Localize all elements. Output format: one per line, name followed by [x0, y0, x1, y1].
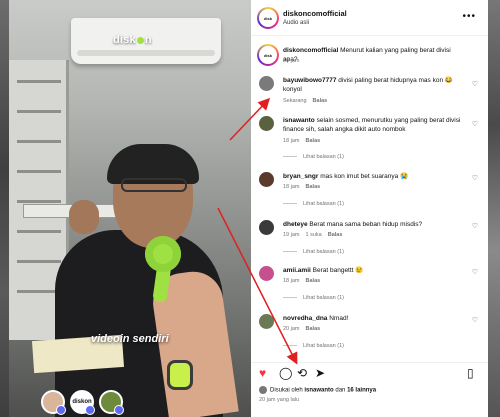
comment-meta: 18 jam Balas — [283, 138, 326, 144]
comment-time[interactable]: 19 jam — [283, 232, 300, 238]
liker-avatar[interactable] — [259, 386, 267, 394]
comment-text: novredha_dna Nmad! — [283, 314, 465, 323]
reel-video[interactable]: disk n videoin sendiri diskon — [9, 0, 251, 417]
action-bar: ♥ ◯ ⟲ ➤ ▯ — [251, 362, 488, 384]
comment-list: disk diskoncomofficial Menurut kalian ya… — [251, 38, 488, 358]
post-timestamp[interactable]: 20 jam yang lalu — [259, 397, 299, 403]
comment-text: amii.amii Berat bangettt 😢 — [283, 266, 465, 275]
commenter-avatar[interactable] — [259, 116, 274, 131]
reply-button[interactable]: Balas — [313, 98, 328, 104]
comment-like-heart-icon[interactable]: ♡ — [472, 80, 478, 88]
likes-mid: dan — [335, 387, 346, 394]
comment-like-heart-icon[interactable]: ♡ — [472, 268, 478, 276]
comment-body: Berat bangettt 😢 — [312, 267, 364, 274]
view-replies-button[interactable]: Lihat balasan (1) — [283, 154, 344, 160]
reply-button[interactable]: Balas — [306, 326, 321, 332]
account-username[interactable]: diskoncomofficial — [283, 9, 347, 18]
background-thumbnail-right[interactable] — [486, 0, 500, 417]
save-bookmark-icon[interactable]: ▯ — [467, 367, 474, 379]
caption-meta: 20 jam — [283, 58, 306, 64]
collaborator-avatar[interactable] — [41, 390, 66, 415]
view-replies-button[interactable]: Lihat balasan (1) — [283, 295, 344, 301]
avatar-inner: disk — [259, 9, 277, 27]
comment-meta: 18 jam Balas — [283, 278, 326, 284]
likes-summary: Disukai oleh isnawanto dan 16 lainnya — [259, 386, 376, 394]
comment-like-heart-icon[interactable]: ♡ — [472, 222, 478, 230]
avatar-inner: disk — [259, 46, 277, 64]
share-icon[interactable]: ➤ — [315, 367, 325, 379]
more-horizontal-icon[interactable]: ••• — [462, 11, 476, 22]
caption-time[interactable]: 20 jam — [283, 58, 300, 64]
microphone — [145, 236, 181, 272]
brand-watermark: disk n — [113, 34, 152, 46]
comment-like-heart-icon[interactable]: ♡ — [472, 120, 478, 128]
commenter-avatar[interactable] — [259, 172, 274, 187]
audio-link[interactable]: Audio asli — [283, 20, 309, 26]
view-replies-button[interactable]: Lihat balasan (1) — [283, 343, 344, 349]
commenter-avatar[interactable] — [259, 314, 274, 329]
commenter-username[interactable]: bayuwibowo7777 — [283, 77, 336, 84]
commenter-username[interactable]: dheteye — [283, 221, 308, 228]
caption-text: diskoncomofficial Menurut kalian yang pa… — [283, 46, 465, 64]
smartwatch — [167, 360, 193, 390]
likes-prefix: Disukai oleh — [270, 387, 303, 394]
comment-text: isnawanto selain sosmed, menurutku yang … — [283, 116, 465, 134]
comment-meta: 19 jam 1 suka Balas — [283, 232, 348, 238]
commenter-avatar[interactable] — [259, 220, 274, 235]
reply-button[interactable]: Balas — [328, 232, 343, 238]
reply-button[interactable]: Balas — [306, 278, 321, 284]
comment-like-heart-icon[interactable]: ♡ — [472, 316, 478, 324]
verified-badge-icon — [56, 405, 66, 415]
account-avatar[interactable]: disk — [257, 7, 279, 29]
comment-like-heart-icon[interactable]: ♡ — [472, 174, 478, 182]
collaborator-avatar[interactable]: diskon — [70, 390, 95, 415]
commenter-username[interactable]: amii.amii — [283, 267, 311, 274]
verified-badge-icon — [85, 405, 95, 415]
like-heart-icon[interactable]: ♥ — [259, 367, 266, 379]
presenter-glasses — [121, 178, 187, 192]
reply-button[interactable]: Balas — [306, 184, 321, 190]
comment-body: Berat mana sama beban hidup misdis? — [309, 221, 423, 228]
comment-text: bryan_sngr mas kon imut bet suaranya 😭 — [283, 172, 465, 181]
commenter-username[interactable]: novredha_dna — [283, 315, 327, 322]
liker-username[interactable]: isnawanto — [304, 388, 333, 394]
comment-meta: 18 jam Balas — [283, 184, 326, 190]
comment-icon[interactable]: ◯ — [279, 367, 292, 379]
reply-button[interactable]: Balas — [306, 138, 321, 144]
comment-body: Nmad! — [329, 315, 349, 322]
account-avatar[interactable]: disk — [257, 44, 279, 66]
collaborator-avatar[interactable] — [99, 390, 124, 415]
likes-count[interactable]: 16 lainnya — [347, 388, 376, 394]
comment-meta: 20 jam Balas — [283, 326, 326, 332]
video-caption: videoin sendiri — [91, 333, 169, 345]
view-replies-button[interactable]: Lihat balasan (1) — [283, 249, 344, 255]
comment-time[interactable]: 20 jam — [283, 326, 300, 332]
repost-icon[interactable]: ⟲ — [297, 367, 307, 379]
comment-time[interactable]: 18 jam — [283, 278, 300, 284]
caption-username[interactable]: diskoncomofficial — [283, 47, 338, 54]
post-header: disk diskoncomofficial Audio asli ••• — [251, 0, 488, 36]
verified-badge-icon — [114, 405, 124, 415]
comment-text: bayuwibowo7777 divisi paling berat hidup… — [283, 76, 465, 94]
comments-panel: disk diskoncomofficial Audio asli ••• di… — [251, 0, 488, 417]
comment-body: mas kon imut bet suaranya 😭 — [320, 173, 409, 180]
commenter-username[interactable]: bryan_sngr — [283, 173, 318, 180]
commenter-avatar[interactable] — [259, 266, 274, 281]
commenter-username[interactable]: isnawanto — [283, 117, 315, 124]
comment-meta: Sekarang Balas — [283, 98, 333, 104]
comment-like-count[interactable]: 1 suka — [306, 232, 322, 238]
presenter-hand — [69, 200, 99, 234]
comment-time[interactable]: 18 jam — [283, 184, 300, 190]
collaborator-avatars: diskon — [41, 390, 124, 415]
comment-time[interactable]: Sekarang — [283, 98, 307, 104]
comment-time[interactable]: 18 jam — [283, 138, 300, 144]
comment-text: dheteye Berat mana sama beban hidup misd… — [283, 220, 465, 229]
view-replies-button[interactable]: Lihat balasan (1) — [283, 201, 344, 207]
commenter-avatar[interactable] — [259, 76, 274, 91]
